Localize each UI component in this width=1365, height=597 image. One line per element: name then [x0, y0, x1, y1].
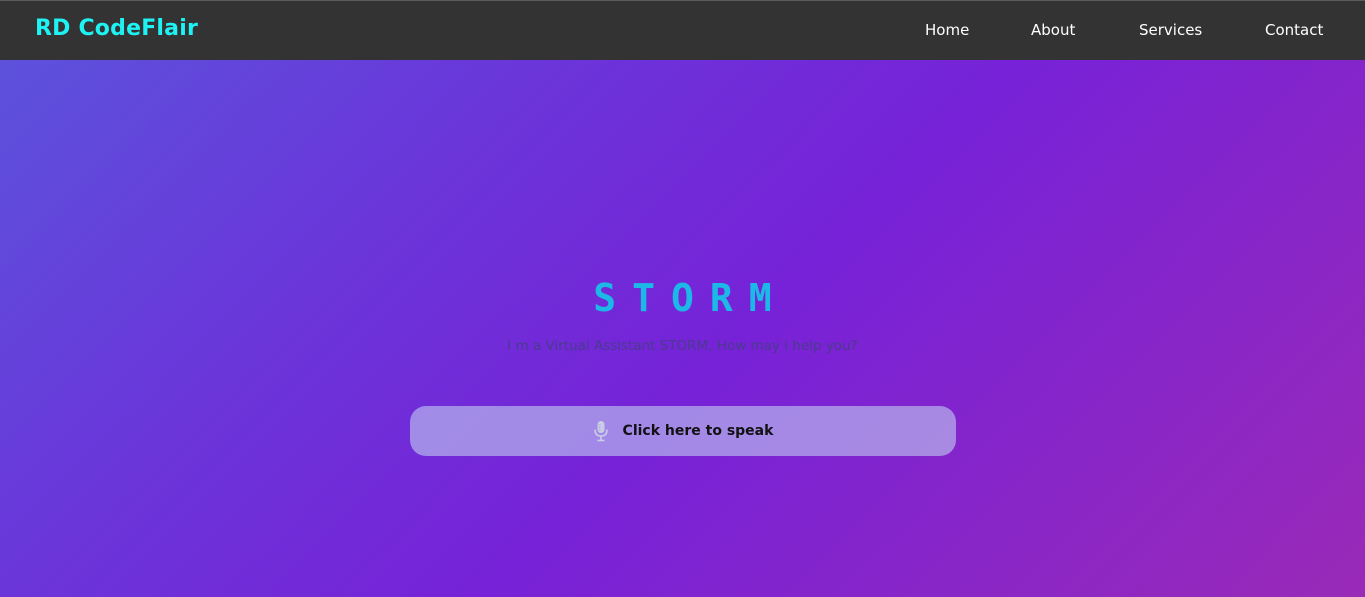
speak-button[interactable]: Click here to speak	[410, 406, 956, 456]
nav-link-about[interactable]: About	[1031, 21, 1075, 39]
speak-button-label: Click here to speak	[622, 423, 774, 439]
microphone-icon	[593, 420, 609, 442]
hero-subtitle: I m a Virtual Assistant STORM, How may i…	[507, 338, 858, 354]
nav-link-home[interactable]: Home	[925, 21, 969, 39]
nav-links: Home About Services Contact	[0, 21, 1365, 41]
top-navbar: RD CodeFlair Home About Services Contact	[0, 0, 1365, 60]
hero-title: STORM	[593, 276, 788, 320]
nav-link-contact[interactable]: Contact	[1265, 21, 1323, 39]
nav-link-services[interactable]: Services	[1139, 21, 1202, 39]
